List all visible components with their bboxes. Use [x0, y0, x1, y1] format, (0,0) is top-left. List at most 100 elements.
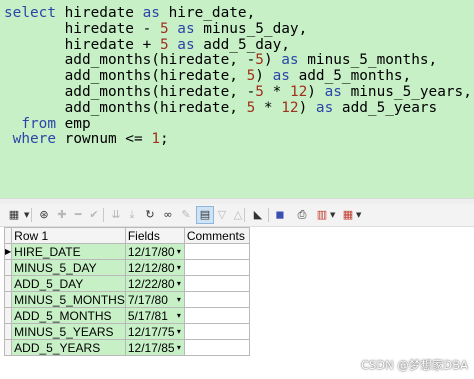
chevron-down-icon[interactable]: ▼ — [330, 211, 335, 219]
column-header-row[interactable]: Row 1 — [11, 227, 126, 244]
table-row[interactable]: ADD_5_MONTHS 5/17/81 ▾ — [3, 307, 250, 324]
comment-cell[interactable] — [183, 275, 250, 292]
field-name-cell: MINUS_5_YEARS — [11, 323, 126, 340]
lock-icon[interactable]: ⊛ — [36, 207, 52, 223]
clear-icon[interactable]: ✎ — [178, 207, 194, 223]
toolbar-separator — [268, 208, 269, 222]
sql-text: ) — [255, 68, 273, 85]
table-row[interactable]: ▶ HIRE_DATE 12/17/80 ▾ — [3, 243, 250, 260]
code-line: add_months(hiredate, 5) as add_5_months, — [4, 68, 474, 85]
field-name-cell: ADD_5_YEARS — [11, 339, 126, 356]
field-name-cell: MINUS_5_DAY — [11, 259, 126, 276]
sql-keyword: as — [272, 68, 290, 85]
code-line: hiredate + 5 as add_5_day, — [4, 36, 474, 54]
sql-text: add_months(hiredate, — [4, 68, 247, 85]
field-name-cell: ADD_5_DAY — [11, 275, 126, 292]
sql-number: 5 — [255, 83, 264, 100]
field-value-cell[interactable]: 7/17/80 ▾ — [124, 291, 185, 308]
field-value-cell[interactable]: 12/12/80 ▾ — [124, 259, 185, 276]
export-icon[interactable]: ▥ — [314, 207, 330, 223]
sql-keyword: as — [281, 52, 299, 69]
table-row[interactable]: MINUS_5_YEARS 12/17/75 ▾ — [3, 323, 250, 340]
sql-text: minus_5_months, — [298, 52, 438, 69]
chevron-down-icon[interactable]: ▼ — [24, 211, 29, 219]
sql-editor[interactable]: select hiredate as hire_date, hiredate -… — [0, 0, 474, 198]
toolbar-separator — [103, 208, 104, 222]
sql-text: add_5_years — [333, 99, 438, 116]
sql-text: hiredate + — [4, 36, 160, 53]
post-changes-icon[interactable]: ✔ — [86, 207, 102, 223]
field-value-text: 7/17/80 — [127, 292, 168, 307]
row-indicator[interactable] — [3, 307, 13, 324]
field-name-cell: ADD_5_MONTHS — [11, 307, 126, 324]
dropdown-arrow-icon[interactable]: ▾ — [177, 245, 181, 259]
field-value-cell[interactable]: 12/17/85 ▾ — [124, 339, 185, 356]
field-value-cell[interactable]: 12/22/80 ▾ — [124, 275, 185, 292]
field-value-cell[interactable]: 12/17/80 ▾ — [124, 243, 185, 260]
row-indicator[interactable] — [3, 291, 13, 308]
row-indicator[interactable] — [3, 339, 13, 356]
field-value-text: 12/12/80 — [127, 260, 175, 275]
table-options-icon[interactable]: ▦ — [340, 207, 356, 223]
dropdown-arrow-icon[interactable]: ▾ — [177, 293, 181, 307]
code-line: add_months(hiredate, 5 * 12) as add_5_ye… — [4, 99, 474, 117]
sql-text: add_months(hiredate, - — [4, 52, 256, 69]
comment-cell[interactable] — [183, 307, 250, 324]
table-row[interactable]: ADD_5_YEARS 12/17/85 ▾ — [3, 339, 250, 356]
result-toolbar: ▦ ▼ ⊛ ✚ ━ ✔ ⇊ ⤓ ↻ ∞ ✎ ▤ ▽ △ ◣ ◼ ⎙ ▥ ▼ ▦ ▼ — [0, 204, 474, 227]
add-record-icon[interactable]: ✚ — [54, 207, 70, 223]
table-row[interactable]: MINUS_5_MONTHS 7/17/80 ▾ — [3, 291, 250, 308]
table-row[interactable]: ADD_5_DAY 12/22/80 ▾ — [3, 275, 250, 292]
fetch-last-icon[interactable]: ⤓ — [124, 207, 140, 223]
sql-number: 5 — [159, 20, 169, 37]
comment-cell[interactable] — [183, 291, 250, 308]
dropdown-arrow-icon[interactable]: ▾ — [177, 341, 181, 355]
binoculars-icon[interactable]: ∞ — [160, 207, 176, 223]
dropdown-arrow-icon[interactable]: ▾ — [177, 325, 181, 339]
sql-text: * — [263, 83, 290, 100]
row-indicator[interactable] — [3, 259, 13, 276]
code-line: select hiredate as hire_date, — [4, 5, 474, 22]
chart-icon[interactable]: ◣ — [250, 207, 266, 223]
field-value-cell[interactable]: 12/17/75 ▾ — [124, 323, 185, 340]
column-header-comments[interactable]: Comments — [183, 227, 250, 244]
sql-keyword: where — [12, 131, 56, 148]
field-value-cell[interactable]: 5/17/81 ▾ — [124, 307, 185, 324]
fetch-next-icon[interactable]: ⇊ — [108, 207, 124, 223]
previous-record-icon[interactable]: ▽ — [214, 207, 230, 223]
query-by-example-icon[interactable]: ↻ — [142, 207, 158, 223]
delete-record-icon[interactable]: ━ — [70, 207, 86, 223]
comment-cell[interactable] — [183, 339, 250, 356]
dropdown-arrow-icon[interactable]: ▾ — [177, 261, 181, 275]
sql-code[interactable]: select hiredate as hire_date, hiredate -… — [0, 0, 474, 148]
row-indicator[interactable] — [3, 275, 13, 292]
sql-number: 5 — [246, 68, 256, 85]
grid-view-icon[interactable]: ▦ — [6, 207, 22, 223]
dropdown-arrow-icon[interactable]: ▾ — [177, 277, 181, 291]
sql-number: 5 — [255, 52, 264, 69]
chevron-down-icon[interactable]: ▼ — [356, 211, 361, 219]
comment-cell[interactable] — [183, 259, 250, 276]
column-header-fields[interactable]: Fields — [124, 227, 185, 244]
comment-cell[interactable] — [183, 323, 250, 340]
save-icon[interactable]: ◼ — [272, 207, 288, 223]
current-row-indicator[interactable]: ▶ — [3, 243, 13, 260]
code-line: from emp — [4, 116, 474, 133]
result-grid-area: Row 1 Fields Comments ▶ HIRE_DATE 12/17/80… — [0, 227, 474, 379]
sql-text: ) — [307, 83, 325, 100]
row-indicator[interactable] — [3, 323, 13, 340]
comment-cell[interactable] — [183, 243, 250, 260]
toolbar-separator — [31, 208, 32, 222]
dropdown-arrow-icon[interactable]: ▾ — [177, 309, 181, 323]
sql-keyword: select — [4, 5, 56, 21]
toolbar-separator — [244, 208, 245, 222]
print-icon[interactable]: ⎙ — [294, 207, 310, 223]
single-record-view-icon[interactable]: ▤ — [196, 206, 214, 224]
sql-number: 12 — [281, 99, 299, 116]
sql-number: 5 — [246, 99, 256, 116]
grid-header-row: Row 1 Fields Comments — [3, 227, 250, 244]
sql-keyword: as — [142, 5, 160, 21]
table-row[interactable]: MINUS_5_DAY 12/12/80 ▾ — [3, 259, 250, 276]
sql-number: 1 — [151, 131, 160, 148]
